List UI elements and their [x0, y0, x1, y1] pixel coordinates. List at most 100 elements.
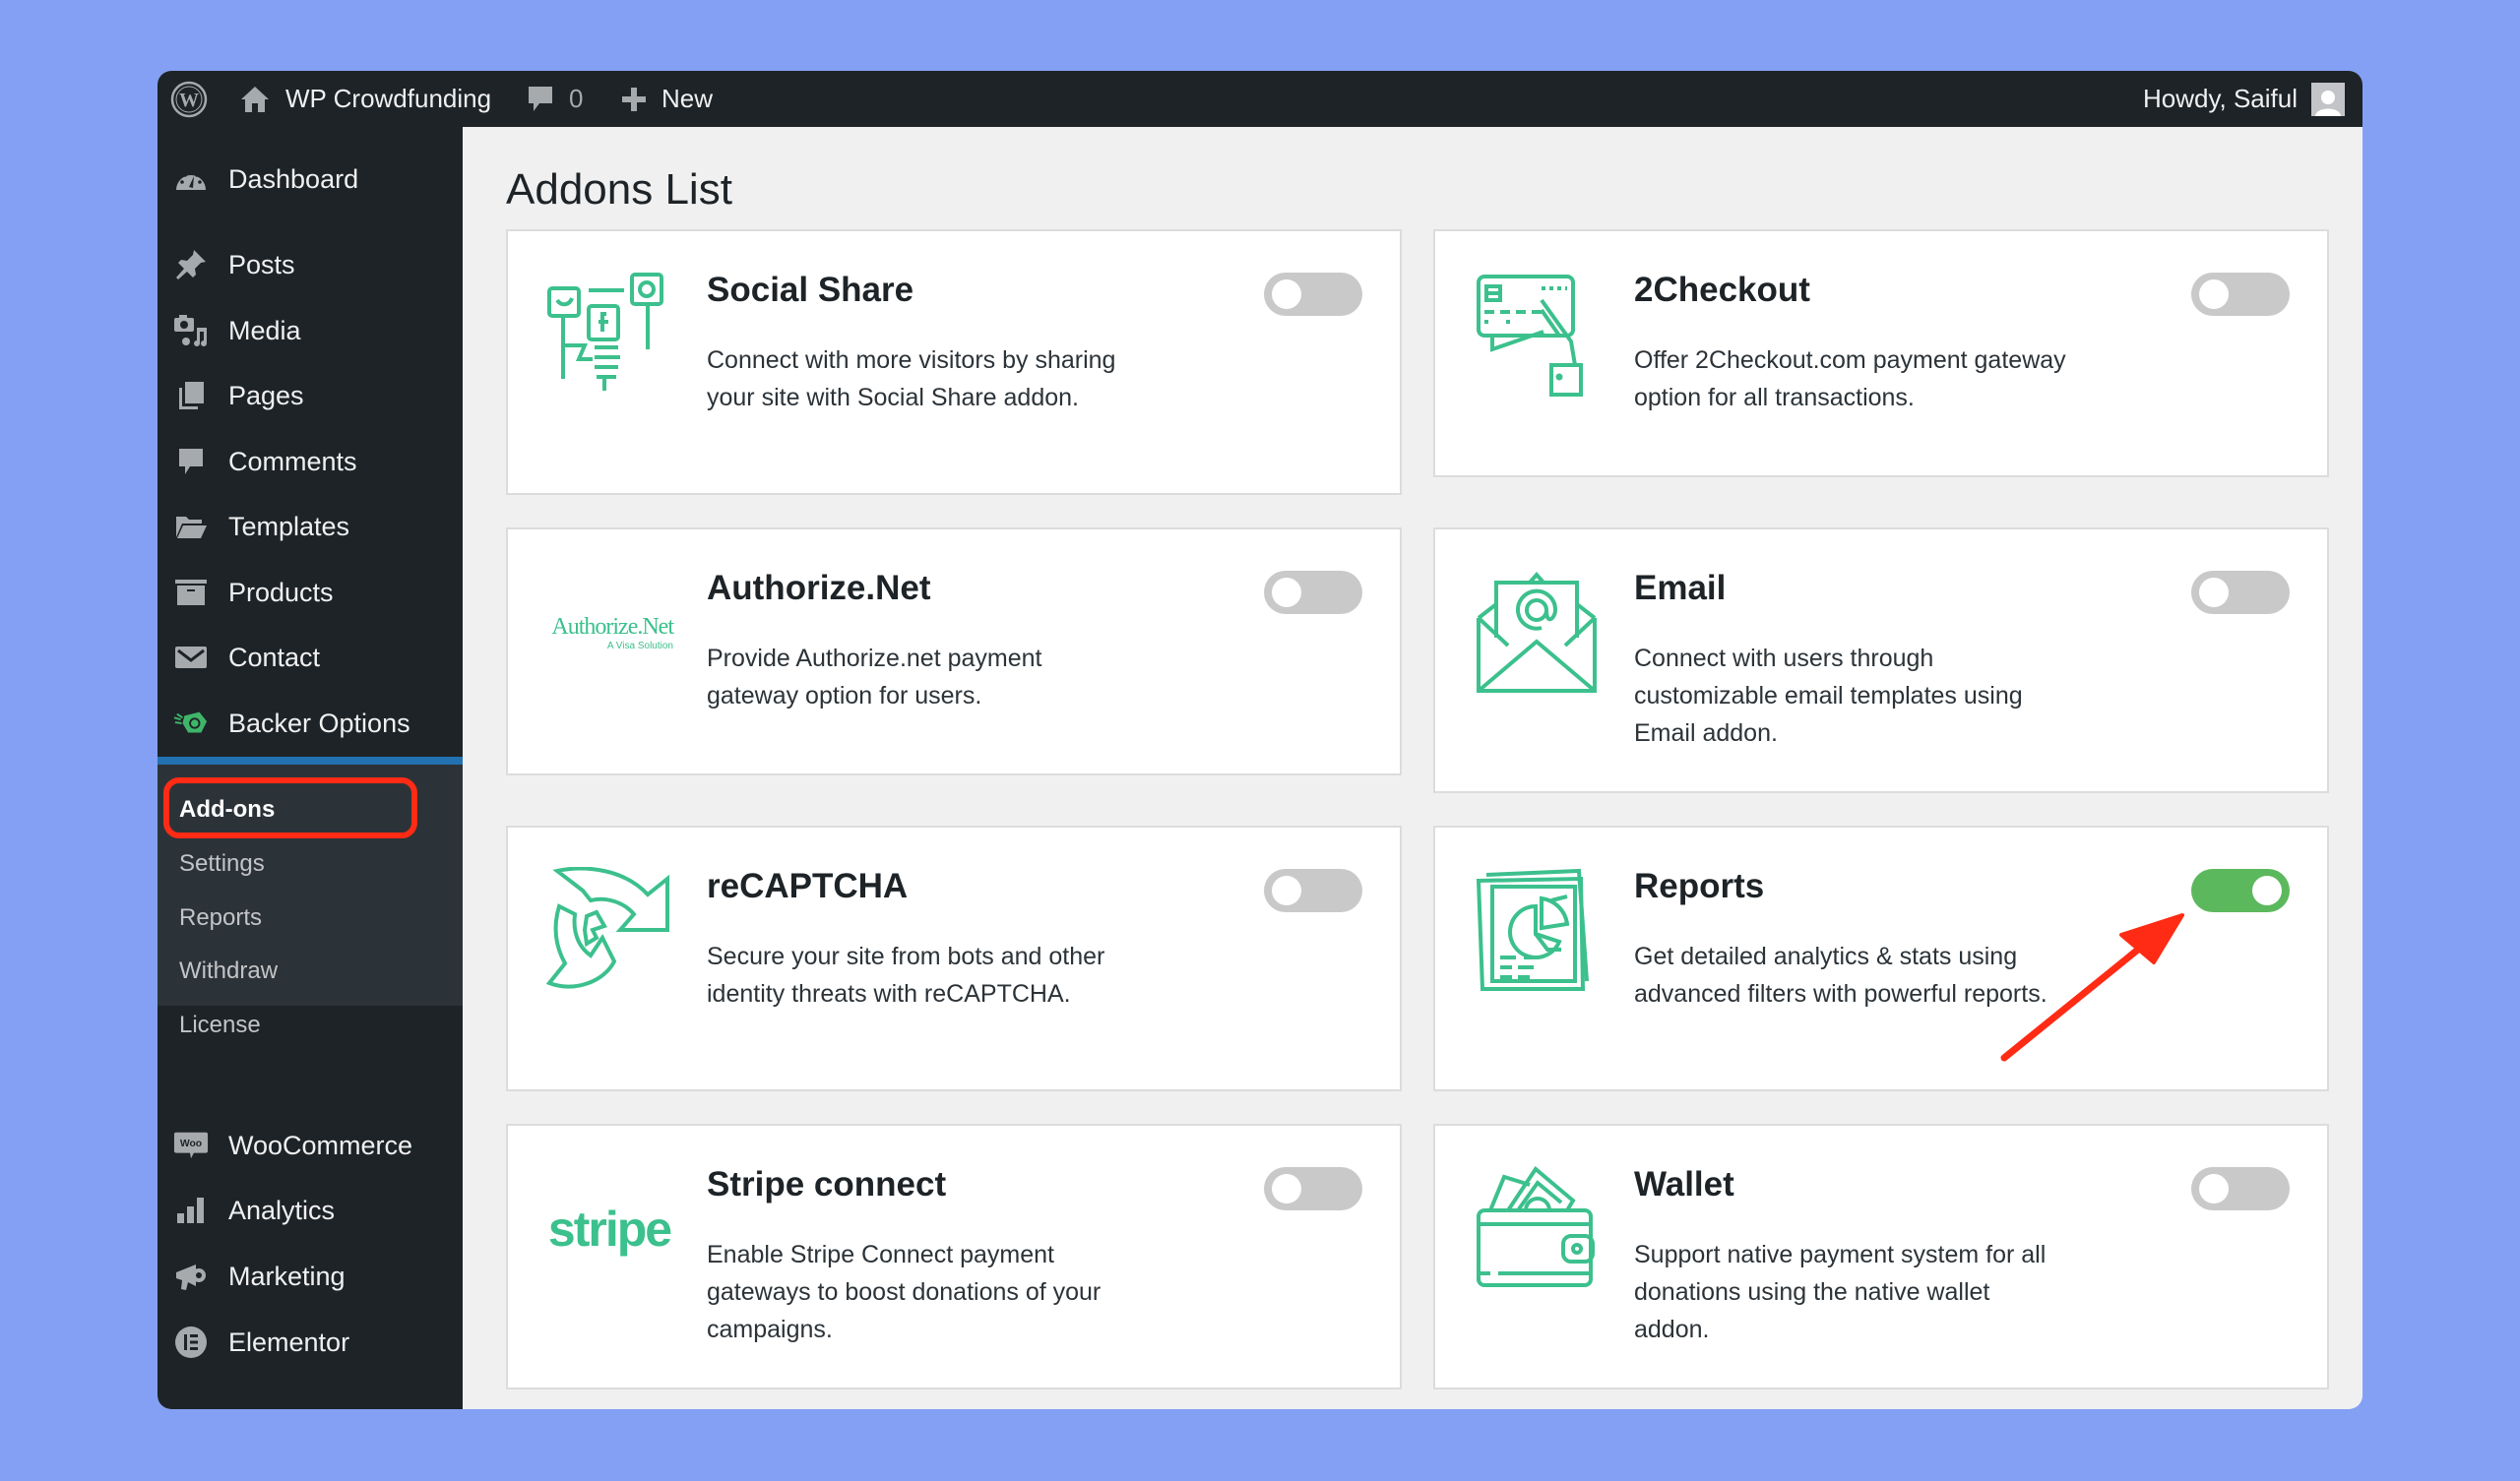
sidebar-item-comments[interactable]: Comments — [158, 429, 463, 494]
addon-card-authorize-net: Authorize.Net A Visa Solution Authorize.… — [506, 527, 1402, 775]
addon-toggle-email[interactable] — [2191, 571, 2290, 614]
sidebar-item-label: Templates — [228, 511, 350, 541]
admin-bar: W WP Crowdfunding 0 New Howdy, Saiful — [158, 71, 2362, 127]
dashboard-icon — [173, 161, 209, 197]
wallet-icon — [1473, 1165, 1601, 1293]
addon-card-recaptcha: reCAPTCHA Secure your site from bots and… — [506, 826, 1402, 1091]
pages-icon — [173, 378, 209, 413]
addon-card-email: Email Connect with users through customi… — [1433, 527, 2329, 793]
site-name: WP Crowdfunding — [285, 84, 492, 113]
sidebar-item-label: Dashboard — [228, 163, 359, 194]
elementor-icon — [173, 1325, 209, 1360]
submenu-item-settings[interactable]: Settings — [179, 850, 265, 878]
addon-name: reCAPTCHA — [707, 867, 909, 905]
addon-card-wallet: Wallet Support native payment system for… — [1433, 1124, 2329, 1389]
browser-window: W WP Crowdfunding 0 New Howdy, Saiful Da… — [158, 71, 2362, 1409]
comments-link[interactable]: 0 — [526, 71, 583, 127]
sidebar-item-label: Contact — [228, 642, 321, 672]
sidebar-item-posts[interactable]: Posts — [158, 232, 463, 297]
sidebar-item-pages[interactable]: Pages — [158, 363, 463, 428]
sidebar-item-dashboard[interactable]: Dashboard — [158, 147, 463, 212]
comment-icon — [173, 444, 209, 479]
toggle-knob — [2199, 279, 2229, 309]
sidebar-item-label: Elementor — [228, 1327, 350, 1357]
addon-toggle-2checkout[interactable] — [2191, 273, 2290, 316]
addon-toggle-recaptcha[interactable] — [1264, 869, 1362, 912]
sidebar-item-analytics[interactable]: Analytics — [158, 1178, 463, 1243]
wordpress-logo-button[interactable]: W — [169, 71, 209, 127]
sidebar-item-label: Posts — [228, 249, 295, 279]
sidebar-item-label: Backer Options — [228, 708, 410, 738]
addon-card-2checkout: 2Checkout Offer 2Checkout.com payment ga… — [1433, 229, 2329, 477]
folder-icon — [173, 509, 209, 544]
submenu-item-withdraw[interactable]: Withdraw — [179, 957, 278, 985]
crowdfunding-submenu: Add-ons Settings Reports Withdraw Licens… — [158, 765, 463, 1038]
user-account-menu[interactable]: Howdy, Saiful — [2143, 71, 2345, 127]
toggle-knob — [1272, 876, 1301, 905]
addon-description: Enable Stripe Connect payment gateways t… — [707, 1241, 1102, 1343]
sidebar-item-label: Media — [228, 315, 301, 345]
addon-name: Email — [1634, 569, 1727, 607]
comment-bubble-icon — [529, 86, 552, 111]
sidebar-item-label: Products — [228, 577, 334, 607]
recaptcha-icon — [545, 867, 673, 995]
new-content-link[interactable]: New — [620, 71, 713, 127]
bar-chart-icon — [173, 1193, 209, 1228]
submenu-item-add-ons[interactable]: Add-ons — [179, 796, 275, 824]
addon-description: Connect with users through customizable … — [1634, 645, 2023, 747]
sidebar-item-marketing[interactable]: Marketing — [158, 1244, 463, 1309]
addon-toggle-stripe-connect[interactable] — [1264, 1167, 1362, 1210]
pin-icon — [173, 247, 209, 282]
authorize-net-logo-subtext: A Visa Solution — [606, 641, 673, 651]
reports-icon — [1473, 867, 1601, 995]
submenu-item-license[interactable]: License — [179, 1012, 261, 1039]
site-name-link[interactable]: WP Crowdfunding — [238, 71, 491, 127]
home-icon — [241, 86, 269, 112]
addon-toggle-wallet[interactable] — [2191, 1167, 2290, 1210]
addon-toggle-authorize-net[interactable] — [1264, 571, 1362, 614]
sidebar-item-label: Analytics — [228, 1195, 336, 1225]
authorize-net-logo: Authorize.Net A Visa Solution — [545, 569, 674, 697]
admin-sidebar: Dashboard Posts Media Pages Comments Tem… — [158, 127, 463, 1409]
sidebar-item-contact[interactable]: Contact — [158, 625, 463, 690]
toggle-knob — [2252, 876, 2282, 905]
addon-toggle-reports[interactable] — [2191, 869, 2290, 912]
addon-description: Get detailed analytics & stats using adv… — [1634, 943, 2048, 1008]
addon-card-stripe-connect: stripe Stripe connect Enable Stripe Conn… — [506, 1124, 1402, 1389]
email-envelope-icon — [1473, 569, 1601, 697]
toggle-knob — [1272, 1174, 1301, 1203]
sidebar-item-woocommerce[interactable]: Woo WooCommerce — [158, 1113, 463, 1178]
megaphone-icon — [173, 1259, 209, 1294]
addon-description: Offer 2Checkout.com payment gateway opti… — [1634, 346, 2066, 411]
sidebar-item-elementor[interactable]: Elementor — [158, 1310, 463, 1375]
toggle-knob — [1272, 578, 1301, 607]
plus-icon — [622, 87, 646, 111]
addon-description: Secure your site from bots and other ide… — [707, 943, 1105, 1008]
sidebar-item-products[interactable]: Products — [158, 560, 463, 625]
sidebar-item-media[interactable]: Media — [158, 298, 463, 363]
addon-name: Social Share — [707, 271, 914, 309]
credit-card-hand-icon — [1473, 271, 1601, 399]
stripe-logo-text: stripe — [547, 1202, 672, 1257]
comments-count: 0 — [569, 84, 584, 113]
page-title: Addons List — [506, 165, 732, 214]
addon-toggle-social-share[interactable] — [1264, 273, 1362, 316]
archive-icon — [173, 575, 209, 610]
envelope-icon — [173, 640, 209, 675]
sidebar-item-templates[interactable]: Templates — [158, 494, 463, 559]
addon-name: Wallet — [1634, 1165, 1734, 1203]
sidebar-item-label: Marketing — [228, 1261, 346, 1291]
addon-card-reports: Reports Get detailed analytics & stats u… — [1433, 826, 2329, 1091]
stripe-logo: stripe — [545, 1165, 673, 1293]
submenu-item-reports[interactable]: Reports — [179, 904, 262, 932]
woo-icon: Woo — [173, 1128, 209, 1163]
wordpress-icon: W — [170, 81, 208, 117]
addon-name: Stripe connect — [707, 1165, 947, 1203]
addon-description: Provide Authorize.net payment gateway op… — [707, 645, 1042, 710]
addon-card-social-share: Social Share Connect with more visitors … — [506, 229, 1402, 495]
toggle-knob — [1272, 279, 1301, 309]
svg-text:Woo: Woo — [180, 1139, 202, 1149]
sidebar-item-backer-options[interactable]: Backer Options — [158, 691, 463, 756]
sidebar-item-label: Pages — [228, 380, 304, 410]
media-icon — [173, 313, 209, 348]
